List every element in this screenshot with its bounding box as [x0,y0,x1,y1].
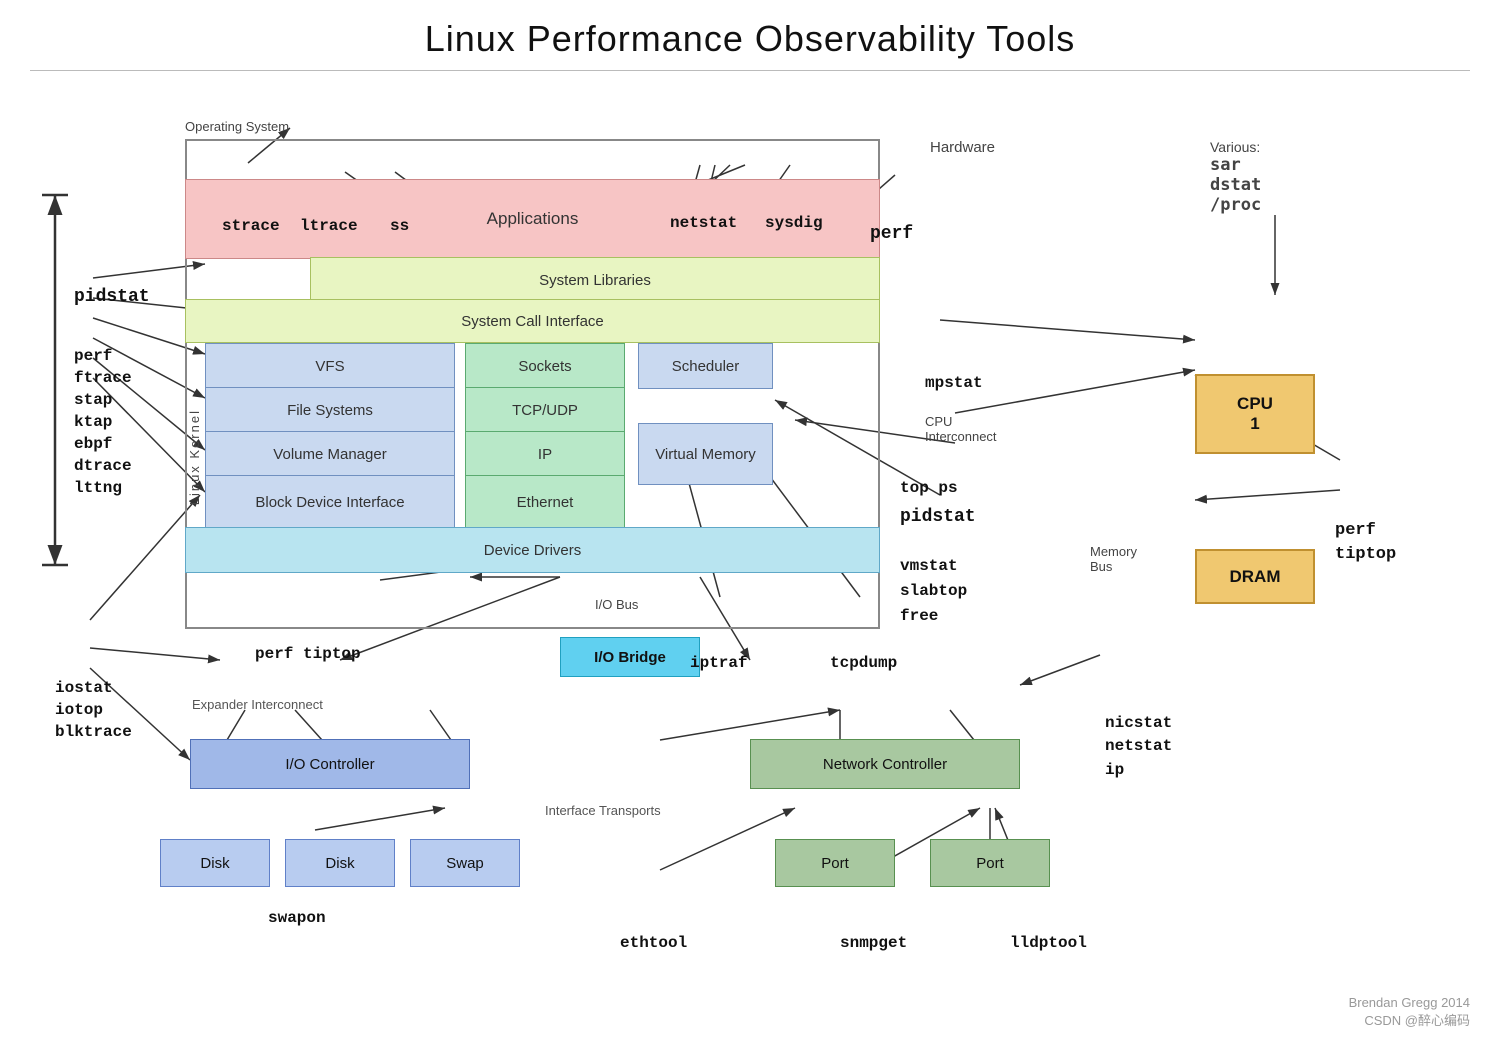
lttng-label: lttng [74,479,122,497]
perf-top-label: perf [870,224,913,244]
credit: Brendan Gregg 2014 CSDN @醉心编码 [1349,995,1470,1029]
netctl-box: Network Controller [750,739,1020,789]
ktap-label: ktap [74,413,112,431]
port2-box: Port [930,839,1050,887]
swapon-label: swapon [268,909,326,927]
cpuic-label: CPU Interconnect [925,399,997,444]
swap-box: Swap [410,839,520,887]
nicstat-label: nicstat [1105,714,1172,732]
devdrv-box: Device Drivers [185,527,880,573]
sysdig-label: sysdig [765,214,823,232]
ltrace-label: ltrace [300,217,358,235]
iptraf-label: iptraf [690,654,748,672]
ip-box: IP [465,431,625,477]
iotop-label: iotop [55,701,103,719]
disk2-box: Disk [285,839,395,887]
expander-label: Expander Interconnect [192,697,323,712]
iface-label: Interface Transports [545,803,661,818]
top-ps-label: top ps [900,479,958,497]
pidstat-right-label: pidstat [900,507,976,527]
ftrace-label: ftrace [74,369,132,387]
netstat-label: netstat [670,214,737,232]
syscall-layer: System Call Interface [185,299,880,343]
netstat-right-label: netstat [1105,737,1172,755]
ioctl-box: I/O Controller [190,739,470,789]
filesystems-box: File Systems [205,387,455,433]
ip-right-label: ip [1105,761,1124,779]
mpstat-label: mpstat [925,374,983,392]
pidstat-left-label: pidstat [74,287,150,307]
blktrace-label: blktrace [55,723,132,741]
snmpget-label: snmpget [840,934,907,952]
proc-label: /proc [1210,195,1261,215]
ebpf-label: ebpf [74,435,112,453]
perf-tiptop-left-label: perf tiptop [255,645,361,663]
page-title: Linux Performance Observability Tools [0,0,1500,70]
blkdev-box: Block Device Interface [205,475,455,529]
perf-tiptop-right-label: perf tiptop [1335,519,1396,567]
os-label: Operating System [185,119,289,134]
various-label: Various: sar dstat /proc [1210,139,1261,215]
lldptool-label: lldptool [1010,934,1087,952]
stap-label: stap [74,391,112,409]
tcpudp-box: TCP/UDP [465,387,625,433]
vfs-box: VFS [205,343,455,389]
port1-box: Port [775,839,895,887]
title-divider [30,70,1470,71]
iostat-label: iostat [55,679,113,697]
iobridge-box: I/O Bridge [560,637,700,677]
ethtool-label: ethtool [620,934,687,952]
sar-label: sar [1210,155,1241,175]
dstat-label: dstat [1210,175,1261,195]
membus-label: Memory Bus [1090,529,1137,574]
tcpdump-label: tcpdump [830,654,897,672]
scheduler-box: Scheduler [638,343,773,389]
cpu-box: CPU 1 [1195,374,1315,454]
strace-label: strace [222,217,280,235]
diagram-area: Operating System Hardware Various: sar d… [0,79,1500,1049]
ss-label: ss [390,217,409,235]
ethernet-box: Ethernet [465,475,625,529]
slabtop-label: slabtop [900,582,967,600]
dram-box: DRAM [1195,549,1315,604]
volmgr-box: Volume Manager [205,431,455,477]
vmem-box: Virtual Memory [638,423,773,485]
system-libraries-layer: System Libraries [310,257,880,303]
perf-left-label: perf [74,347,112,365]
free-label: free [900,607,938,625]
dtrace-label: dtrace [74,457,132,475]
disk1-box: Disk [160,839,270,887]
vmstat-label: vmstat [900,557,958,575]
sockets-box: Sockets [465,343,625,389]
hw-label: Hardware [930,139,995,156]
kernel-label: Linux Kernel [187,409,202,505]
iobus-label: I/O Bus [595,597,638,612]
